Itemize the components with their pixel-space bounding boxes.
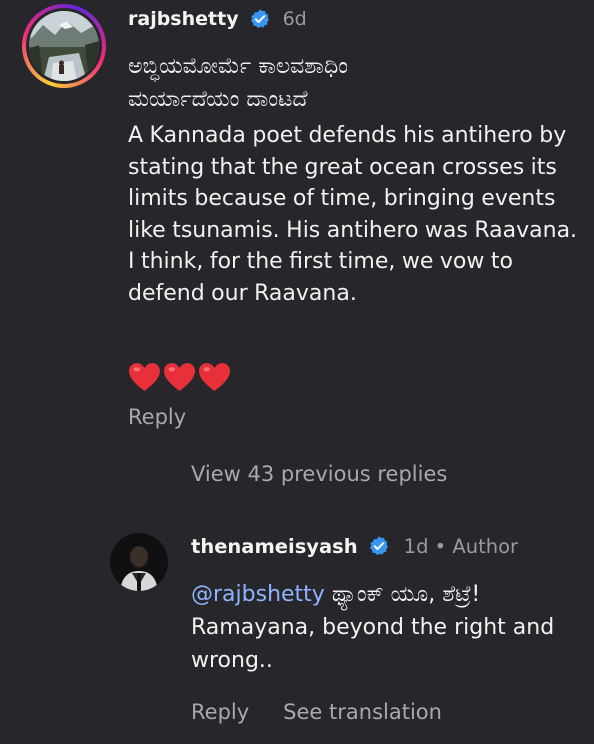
comment-kannada-line: ಅಬ್ಧಿಯಮೋರ್ಮೆ ಕಾಲವಶಾಧಿಂ bbox=[128, 54, 349, 79]
username[interactable]: thenameisyash bbox=[191, 535, 358, 558]
heart-icon bbox=[164, 363, 195, 391]
username[interactable]: rajbshetty bbox=[128, 8, 239, 30]
comment-kannada-line: ಮರ್ಯಾದೆಯಂ ದಾಂಟದೆ bbox=[128, 87, 308, 112]
mention-link[interactable]: @rajbshetty bbox=[191, 582, 325, 607]
comment-text: @rajbshetty ಥ್ಯಾಂಕ್ ಯೂ, ಶೆಟ್ರೆ! Ramayana… bbox=[191, 578, 591, 677]
verified-badge-icon bbox=[369, 536, 388, 555]
comment-time: 6d bbox=[282, 8, 307, 30]
verified-badge-icon bbox=[250, 9, 269, 28]
reply-button[interactable]: Reply bbox=[128, 405, 186, 429]
heart-emojis bbox=[128, 362, 231, 392]
reply-button[interactable]: Reply bbox=[191, 700, 249, 724]
story-ring[interactable] bbox=[22, 4, 106, 88]
heart-icon bbox=[129, 363, 160, 391]
comment-kannada-text: ಥ್ಯಾಂಕ್ ಯೂ, ಶೆಟ್ರೆ! bbox=[331, 582, 481, 607]
see-translation-button[interactable]: See translation bbox=[283, 700, 442, 724]
comment-time: 1d bbox=[403, 534, 429, 558]
author-label: Author bbox=[452, 534, 519, 558]
comment-text: A Kannada poet defends his antihero by s… bbox=[128, 123, 578, 306]
meta-separator: • bbox=[434, 534, 447, 558]
avatar[interactable] bbox=[110, 533, 168, 591]
comment-english-text: Ramayana, beyond the right and wrong.. bbox=[191, 615, 555, 673]
heart-icon bbox=[199, 363, 230, 391]
avatar[interactable] bbox=[29, 11, 99, 81]
view-previous-replies-button[interactable]: View 43 previous replies bbox=[191, 462, 447, 486]
